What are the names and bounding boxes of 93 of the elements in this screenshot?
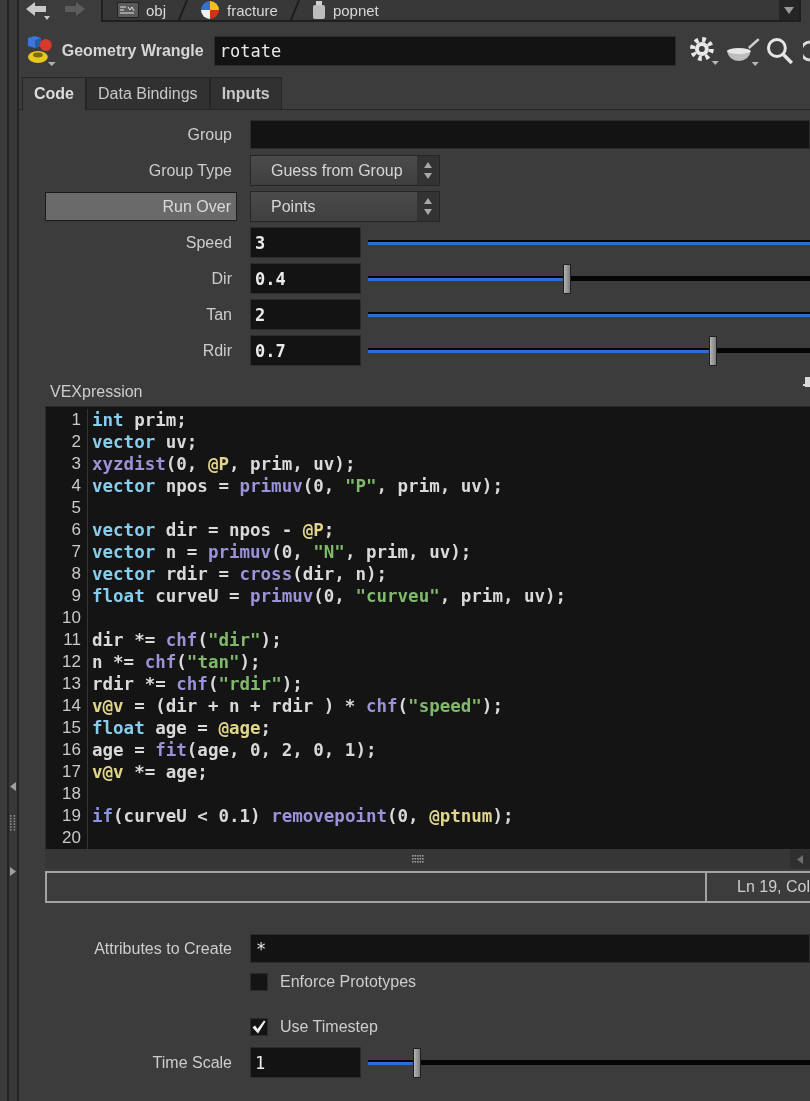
param-label: Rdir — [202, 341, 232, 360]
line-number: 3 — [71, 454, 81, 474]
shapes-icon[interactable] — [25, 35, 57, 67]
cursor-position: Ln 19, Col — [737, 878, 810, 896]
code-line: vector dir = npos - @P; — [92, 520, 335, 540]
tab[interactable]: Inputs — [209, 77, 282, 109]
number-field[interactable]: 3 — [250, 227, 361, 258]
line-number: 7 — [71, 542, 81, 562]
tab[interactable]: Data Bindings — [86, 77, 210, 109]
line-number: 6 — [71, 520, 81, 540]
param-label: Speed — [185, 233, 232, 252]
line-number: 11 — [63, 630, 81, 650]
slider-handle[interactable] — [562, 263, 571, 294]
path-crumb[interactable]: obj — [113, 0, 171, 20]
dropdown[interactable]: Points — [250, 191, 440, 222]
code-line: v@v = (dir + n + rdir ) * chf("speed"); — [92, 696, 503, 716]
line-number: 16 — [62, 740, 81, 760]
square-icon[interactable] — [803, 377, 810, 387]
number-field[interactable]: 2 — [250, 299, 361, 330]
line-number: 10 — [62, 608, 81, 628]
tab[interactable]: Code — [22, 77, 86, 110]
code-line: vector uv; — [92, 432, 198, 452]
right-triangle-icon[interactable] — [9, 867, 16, 876]
path-crumb[interactable]: popnet — [307, 0, 383, 20]
line-number: 17 — [62, 762, 81, 782]
code-line: xyzdist(0, @P, prim, uv); — [92, 454, 356, 474]
canister-icon — [311, 1, 326, 19]
path-menu-button[interactable] — [779, 0, 799, 20]
code-line: if(curveU < 0.1) removepoint(0, @ptnum); — [92, 806, 514, 826]
checkbox-label: Use Timestep — [280, 1018, 378, 1036]
code-line: int prim; — [92, 410, 187, 430]
grip-icon[interactable] — [9, 815, 16, 831]
code-line: vector npos = primuv(0, "P", prim, uv); — [92, 476, 503, 496]
scrollbar[interactable] — [45, 849, 810, 869]
caret-icon — [784, 6, 794, 14]
line-number: 12 — [62, 652, 81, 672]
left-triangle-icon — [797, 854, 803, 864]
back-arrow-icon[interactable] — [25, 1, 51, 21]
param-label: Dir — [211, 269, 232, 288]
name-field[interactable]: rotate — [213, 36, 676, 66]
param-label: Tan — [206, 305, 232, 324]
search-icon[interactable] — [766, 37, 795, 65]
node-type-label: Geometry Wrangle — [61, 42, 204, 60]
code-line: rdir *= chf("rdir"); — [92, 674, 303, 694]
grip-icon[interactable] — [411, 855, 424, 863]
line-number: 4 — [71, 476, 81, 496]
line-number: 2 — [71, 432, 81, 452]
up-down-arrows-icon — [417, 192, 439, 221]
ball-icon — [200, 1, 221, 19]
path-crumb[interactable]: fracture — [196, 0, 282, 20]
param-label: Group Type — [148, 161, 232, 180]
line-number: 8 — [71, 564, 81, 584]
line-number: 13 — [62, 674, 81, 694]
code-line: v@v *= age; — [92, 762, 208, 782]
pan-icon[interactable] — [724, 36, 761, 66]
code-line: float age = @age; — [92, 718, 272, 738]
code-line: vector rdir = cross(dir, n); — [92, 564, 388, 584]
left-triangle-icon[interactable] — [9, 782, 16, 791]
code-line: age = fit(age, 0, 2, 0, 1); — [92, 740, 377, 760]
checkbox-label: Enforce Prototypes — [280, 973, 417, 991]
text-field[interactable]: * — [250, 934, 810, 963]
slider-handle[interactable] — [412, 1047, 421, 1078]
line-number: 15 — [62, 718, 81, 738]
line-number: 18 — [62, 784, 81, 804]
code-line: dir *= chf("dir"); — [92, 630, 282, 650]
line-number: 19 — [62, 806, 81, 826]
code-line: float curveU = primuv(0, "curveu", prim, uv); — [92, 586, 567, 606]
checkbox[interactable] — [250, 1018, 268, 1036]
gear-icon[interactable] — [687, 36, 720, 66]
number-field[interactable]: 0.7 — [250, 335, 361, 366]
line-number: 9 — [71, 586, 81, 606]
up-down-arrows-icon — [417, 156, 439, 185]
param-label: Time Scale — [152, 1053, 232, 1072]
ring-icon[interactable] — [803, 39, 810, 63]
number-field[interactable]: 1 — [250, 1047, 361, 1078]
param-label: Group — [187, 125, 232, 144]
run-over-button[interactable]: Run Over — [45, 192, 237, 221]
code-line: vector n = primuv(0, "N", prim, uv); — [92, 542, 472, 562]
text-field[interactable] — [250, 120, 810, 149]
line-number: 5 — [71, 498, 81, 518]
param-label: Attributes to Create — [94, 939, 232, 958]
number-field[interactable]: 0.4 — [250, 263, 361, 294]
checkmark-icon — [252, 1020, 266, 1034]
dropdown[interactable]: Guess from Group — [250, 155, 440, 186]
line-number: 1 — [71, 410, 81, 430]
code-line: n *= chf("tan"); — [92, 652, 261, 672]
slider-handle[interactable] — [708, 335, 717, 366]
code-editor[interactable] — [45, 406, 810, 849]
line-number: 14 — [62, 696, 81, 716]
section-label: VEXpression — [50, 383, 143, 401]
checkbox[interactable] — [250, 973, 268, 991]
scroll-left-button[interactable] — [790, 849, 810, 869]
line-number: 20 — [62, 828, 81, 848]
